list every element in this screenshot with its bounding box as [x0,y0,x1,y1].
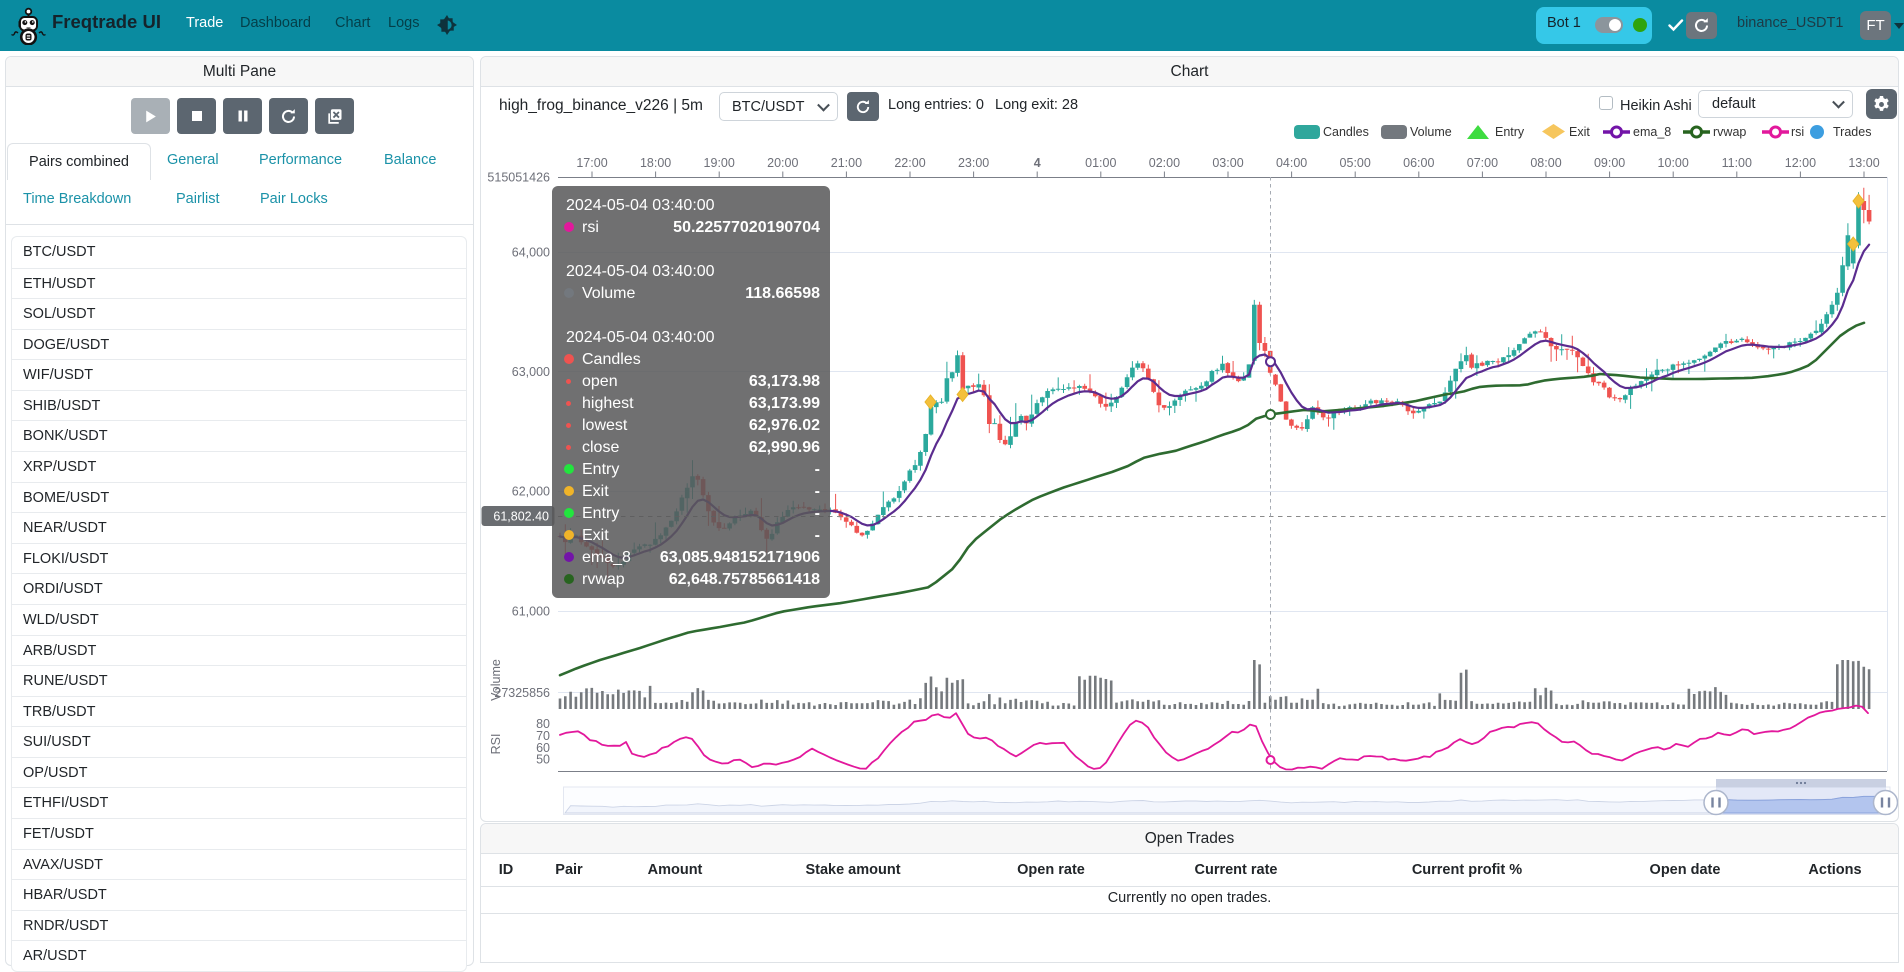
svg-text:12:00: 12:00 [1785,156,1816,170]
svg-text:50: 50 [536,753,550,767]
svg-text:62,000: 62,000 [512,485,550,499]
svg-text:18:00: 18:00 [640,156,671,170]
svg-text:17:00: 17:00 [576,156,607,170]
svg-text:02:00: 02:00 [1149,156,1180,170]
svg-text:63,000: 63,000 [512,365,550,379]
svg-text:21:00: 21:00 [831,156,862,170]
svg-text:07:00: 07:00 [1467,156,1498,170]
svg-text:22:00: 22:00 [894,156,925,170]
svg-text:08:00: 08:00 [1530,156,1561,170]
svg-text:23:00: 23:00 [958,156,989,170]
svg-text:61,802.40: 61,802.40 [493,510,549,524]
svg-text:13:00: 13:00 [1848,156,1879,170]
svg-text:4: 4 [1034,156,1041,170]
svg-text:515051426: 515051426 [487,171,550,185]
svg-text:19:00: 19:00 [704,156,735,170]
svg-text:61,000: 61,000 [512,605,550,619]
svg-text:03:00: 03:00 [1212,156,1243,170]
svg-text:64,000: 64,000 [512,246,550,260]
svg-text:09:00: 09:00 [1594,156,1625,170]
svg-text:05:00: 05:00 [1340,156,1371,170]
svg-text:Volume: Volume [489,659,503,701]
svg-text:01:00: 01:00 [1085,156,1116,170]
svg-text:04:00: 04:00 [1276,156,1307,170]
svg-text:11:00: 11:00 [1722,156,1752,170]
svg-text:06:00: 06:00 [1403,156,1434,170]
svg-text:RSI: RSI [489,734,503,755]
svg-text:10:00: 10:00 [1658,156,1689,170]
svg-text:20:00: 20:00 [767,156,798,170]
